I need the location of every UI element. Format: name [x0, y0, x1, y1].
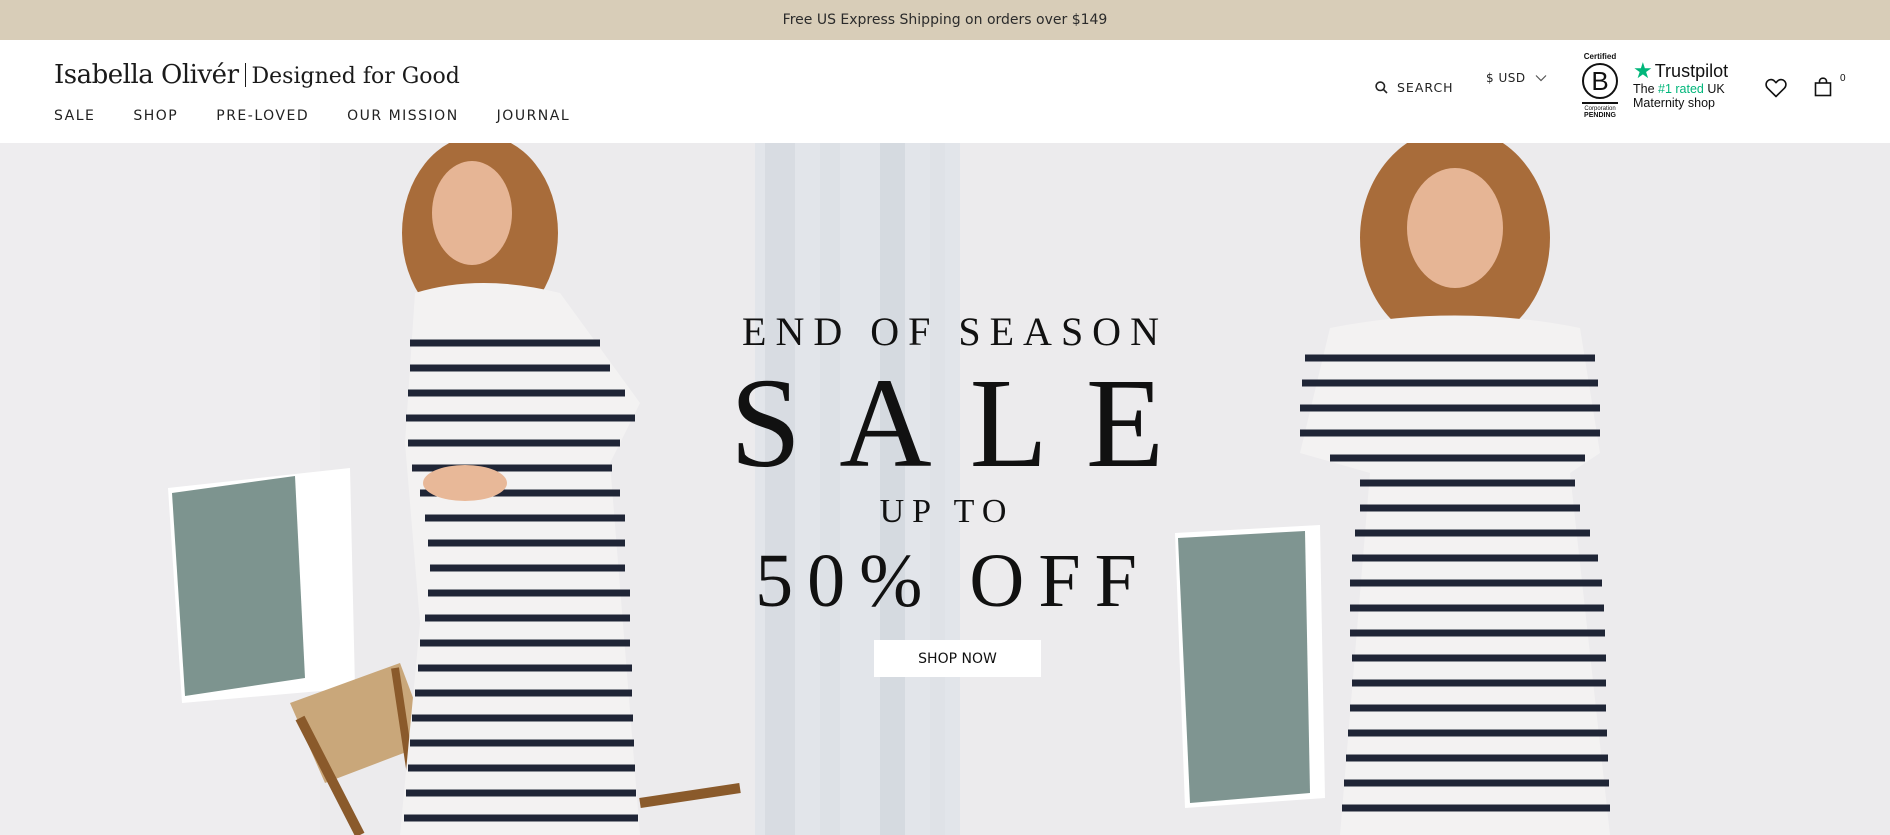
search-label: SEARCH — [1397, 80, 1454, 95]
logo-divider — [244, 63, 246, 87]
main-nav: SALE SHOP PRE-LOVED OUR MISSION JOURNAL — [54, 108, 570, 124]
brand-logo[interactable]: Isabella Olivér Designed for Good — [54, 60, 460, 90]
hero-eyebrow: END OF SEASON — [742, 309, 1168, 354]
search-icon — [1375, 81, 1388, 94]
b-corp-pending-text: PENDING — [1584, 112, 1616, 119]
trustpilot-suffix: UK — [1703, 82, 1725, 96]
wishlist-button[interactable] — [1765, 78, 1787, 103]
nav-item-journal[interactable]: JOURNAL — [497, 108, 570, 124]
trustpilot-badge[interactable]: ★ Trustpilot The #1 rated UK Maternity s… — [1633, 58, 1729, 111]
logo-tagline: Designed for Good — [251, 64, 460, 89]
hero-offer: 50% OFF — [755, 539, 1151, 623]
cart-count-badge: 0 — [1840, 73, 1846, 84]
shop-now-button[interactable]: SHOP NOW — [874, 640, 1041, 677]
search-button[interactable]: SEARCH — [1375, 80, 1454, 95]
trustpilot-highlight: #1 rated — [1658, 82, 1704, 96]
currency-label: $ USD — [1486, 71, 1526, 85]
b-corp-certified-text: Certified — [1583, 52, 1617, 61]
trustpilot-star-icon: ★ — [1633, 58, 1653, 83]
nav-item-shop[interactable]: SHOP — [133, 108, 178, 124]
announcement-text: Free US Express Shipping on orders over … — [782, 12, 1108, 28]
chevron-down-icon — [1535, 75, 1547, 82]
shopping-bag-icon — [1814, 77, 1832, 97]
cart-button[interactable] — [1814, 77, 1832, 102]
trustpilot-rating-line: The #1 rated UK — [1633, 82, 1728, 96]
trustpilot-prefix: The — [1633, 82, 1659, 96]
nav-item-our-mission[interactable]: OUR MISSION — [347, 108, 459, 124]
logo-brand-name: Isabella Olivér — [54, 60, 239, 90]
site-header: Isabella Olivér Designed for Good SALE S… — [0, 40, 1890, 143]
announcement-bar: Free US Express Shipping on orders over … — [0, 0, 1890, 40]
b-corp-bar — [1582, 102, 1618, 104]
currency-selector[interactable]: $ USD — [1486, 71, 1547, 85]
hero-banner[interactable]: END OF SEASON SALE UP TO 50% OFF SHOP NO… — [0, 143, 1890, 835]
nav-item-sale[interactable]: SALE — [54, 108, 95, 124]
nav-item-pre-loved[interactable]: PRE-LOVED — [216, 108, 309, 124]
b-corp-letter: B — [1591, 66, 1609, 96]
trustpilot-brand: Trustpilot — [1654, 60, 1729, 81]
heart-icon — [1765, 78, 1787, 98]
b-corp-logo: Certified B Corporation PENDING — [1580, 52, 1620, 132]
trustpilot-tagline: Maternity shop — [1633, 96, 1715, 110]
hero-headline: SALE — [730, 352, 1202, 494]
b-corp-circle: B — [1582, 63, 1618, 99]
hero-subline: UP TO — [879, 493, 1015, 530]
